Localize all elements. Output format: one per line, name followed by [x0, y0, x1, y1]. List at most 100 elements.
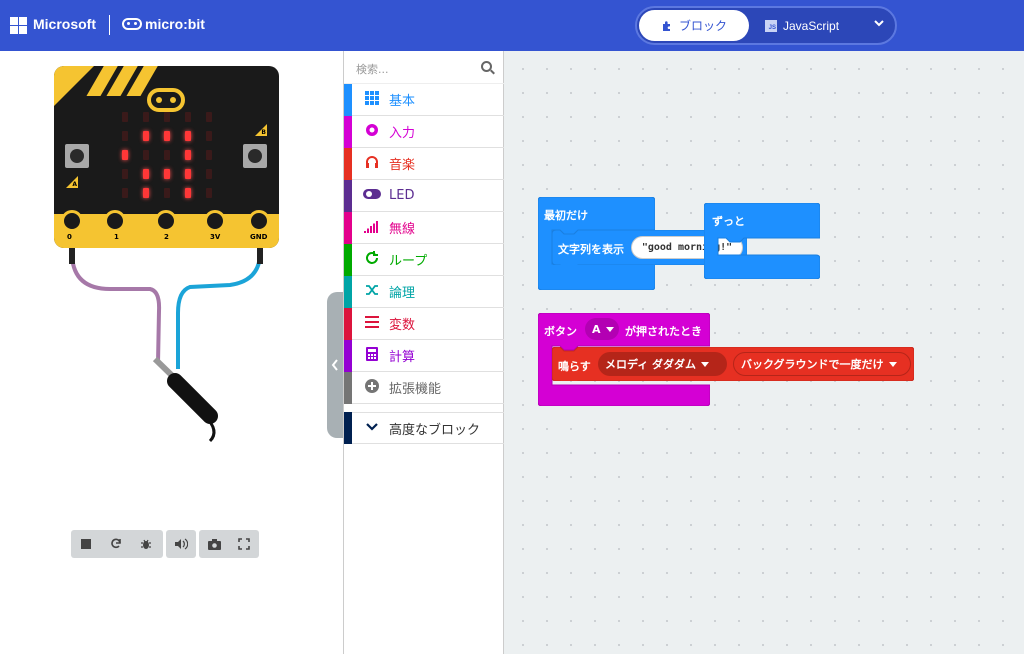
forever-block[interactable]: ずっと [704, 203, 820, 279]
header: Microsoft micro:bit ブロック JS JavaScript [0, 0, 1024, 51]
button-b[interactable] [243, 144, 267, 168]
led-pixel [164, 150, 170, 160]
pin-label: 3V [210, 233, 221, 241]
led-pixel [185, 150, 191, 160]
toolbox-search[interactable]: 検索... [344, 51, 504, 84]
search-icon[interactable] [481, 61, 492, 72]
toolbox-category-2[interactable]: 音楽 [344, 147, 504, 180]
dropdown-arrow-icon [888, 361, 897, 367]
led-pixel [143, 169, 149, 179]
category-color-bar [344, 83, 352, 116]
led-pixel [185, 188, 191, 198]
pin-label: 2 [164, 233, 169, 241]
microsoft-label[interactable]: Microsoft [33, 16, 96, 32]
led-pixel [122, 150, 128, 160]
restart-icon[interactable] [101, 530, 131, 558]
category-color-bar [344, 412, 352, 444]
button-a-label: A [66, 176, 78, 188]
led-pixel [164, 169, 170, 179]
category-color-bar [344, 179, 352, 212]
category-label: 音楽 [389, 158, 416, 173]
board-corner [54, 66, 94, 106]
category-label: 基本 [389, 94, 416, 109]
toolbox-category-3[interactable]: LED [344, 179, 504, 212]
tab-blocks-label: ブロック [678, 19, 727, 33]
microsoft-logo-icon[interactable] [10, 17, 27, 34]
category-label: 計算 [389, 350, 416, 365]
pin-2[interactable] [155, 210, 177, 232]
category-label: 論理 [389, 286, 416, 301]
button-a[interactable] [65, 144, 89, 168]
category-color-bar [344, 307, 352, 340]
toolbox-category-5[interactable]: ループ [344, 243, 504, 276]
forever-label: ずっと [712, 215, 745, 228]
button-b-label: B [255, 124, 267, 136]
camera-icon[interactable] [199, 530, 229, 558]
plus-icon [357, 378, 387, 397]
led-pixel [206, 131, 212, 141]
tab-javascript[interactable]: JS JavaScript [765, 10, 865, 41]
dropdown-arrow-icon [701, 361, 710, 367]
pin-3v[interactable] [204, 210, 226, 232]
microbit-logo-icon[interactable] [122, 18, 142, 30]
toolbox-category-1[interactable]: 入力 [344, 115, 504, 148]
led-pixel [122, 188, 128, 198]
chevron-left-icon [331, 359, 338, 371]
toolbox-category-7[interactable]: 変数 [344, 307, 504, 340]
pin-label: 1 [114, 233, 119, 241]
toolbox-category-0[interactable]: 基本 [344, 83, 504, 116]
led-pixel [164, 131, 170, 141]
signal-icon [357, 219, 387, 237]
toolbox-category-10[interactable]: 高度なブロック [344, 412, 504, 444]
fullscreen-icon[interactable] [229, 530, 259, 558]
playback-mode-dropdown[interactable]: バックグラウンドで一度だけ [733, 352, 911, 376]
toolbox-category-9[interactable]: 拡張機能 [344, 371, 504, 404]
board-logo-touch[interactable] [147, 88, 185, 112]
simulator-panel: A B 0 1 2 3V GND [0, 51, 343, 654]
collapse-simulator-handle[interactable] [327, 292, 343, 438]
button-event-label: ボタン [544, 325, 577, 338]
tab-blocks[interactable]: ブロック [639, 10, 749, 41]
pin-0[interactable] [61, 210, 83, 232]
play-label: 鳴らす [558, 360, 591, 373]
category-label: 入力 [389, 126, 416, 141]
pin-label: GND [250, 233, 268, 241]
button-select-value: A [592, 322, 601, 336]
microbit-board[interactable]: A B 0 1 2 3V GND [54, 66, 279, 248]
search-input[interactable]: 検索... [356, 61, 389, 77]
headphones-icon [357, 155, 387, 173]
led-pixel [122, 112, 128, 122]
pin-label: 0 [67, 233, 72, 241]
category-color-bar [344, 147, 352, 180]
microbit-label[interactable]: micro:bit [145, 16, 205, 32]
category-color-bar [344, 115, 352, 148]
melody-value: メロディ ダダダム [605, 358, 697, 371]
tab-javascript-label: JavaScript [783, 18, 840, 33]
editor-toggle: ブロック JS JavaScript [635, 6, 897, 45]
toolbox: 検索... 基本入力音楽 LED 無線ループ論理変数計算拡張機能高度なブロック [343, 51, 504, 654]
blocks-workspace[interactable]: 最初だけ 文字列を表示 "good morning!" ずっと ボタン A が押… [505, 51, 1024, 654]
stop-icon[interactable] [71, 530, 101, 558]
category-color-bar [344, 275, 352, 308]
pin-gnd[interactable] [248, 210, 270, 232]
chevron-down-icon[interactable] [873, 17, 885, 31]
toggle-icon [357, 188, 387, 204]
volume-icon[interactable] [166, 530, 196, 558]
toolbox-category-6[interactable]: 論理 [344, 275, 504, 308]
refresh-icon [357, 250, 387, 269]
debug-icon[interactable] [131, 530, 161, 558]
category-label: LED [389, 188, 415, 203]
button-select-dropdown[interactable]: A [585, 318, 619, 340]
led-pixel [164, 188, 170, 198]
pin-1[interactable] [104, 210, 126, 232]
category-label: 拡張機能 [389, 382, 442, 397]
toolbox-category-4[interactable]: 無線 [344, 211, 504, 244]
pressed-label: が押されたとき [625, 325, 702, 338]
header-divider [109, 15, 110, 35]
play-melody-block[interactable]: 鳴らす メロディ ダダダム バックグラウンドで一度だけ [552, 347, 914, 381]
category-label: 無線 [389, 222, 416, 237]
toolbox-category-8[interactable]: 計算 [344, 339, 504, 372]
list-icon [357, 315, 387, 333]
melody-dropdown[interactable]: メロディ ダダダム [598, 352, 727, 376]
led-pixel [206, 188, 212, 198]
